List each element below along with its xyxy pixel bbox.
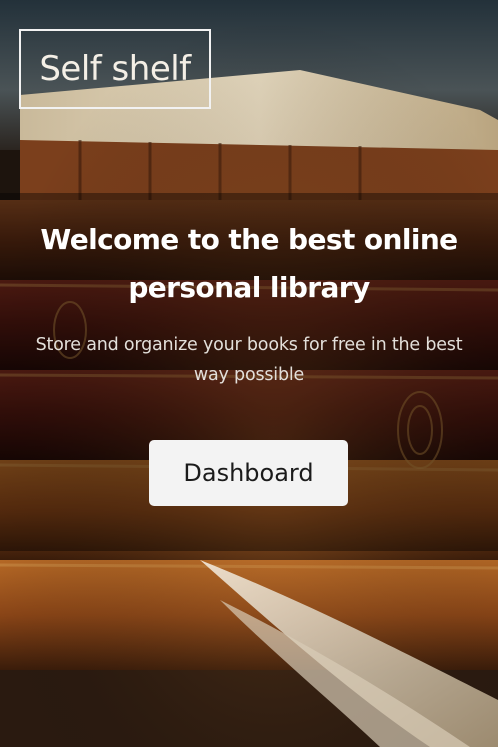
hero-headline: Welcome to the best online personal libr…: [40, 223, 458, 304]
logo-text: Self shelf: [39, 49, 191, 89]
hero-section: Self shelf Welcome to the best online pe…: [0, 0, 498, 747]
dashboard-button[interactable]: Dashboard: [149, 440, 348, 506]
logo[interactable]: Self shelf: [19, 29, 211, 109]
hero-subheadline: Store and organize your books for free i…: [35, 335, 463, 385]
